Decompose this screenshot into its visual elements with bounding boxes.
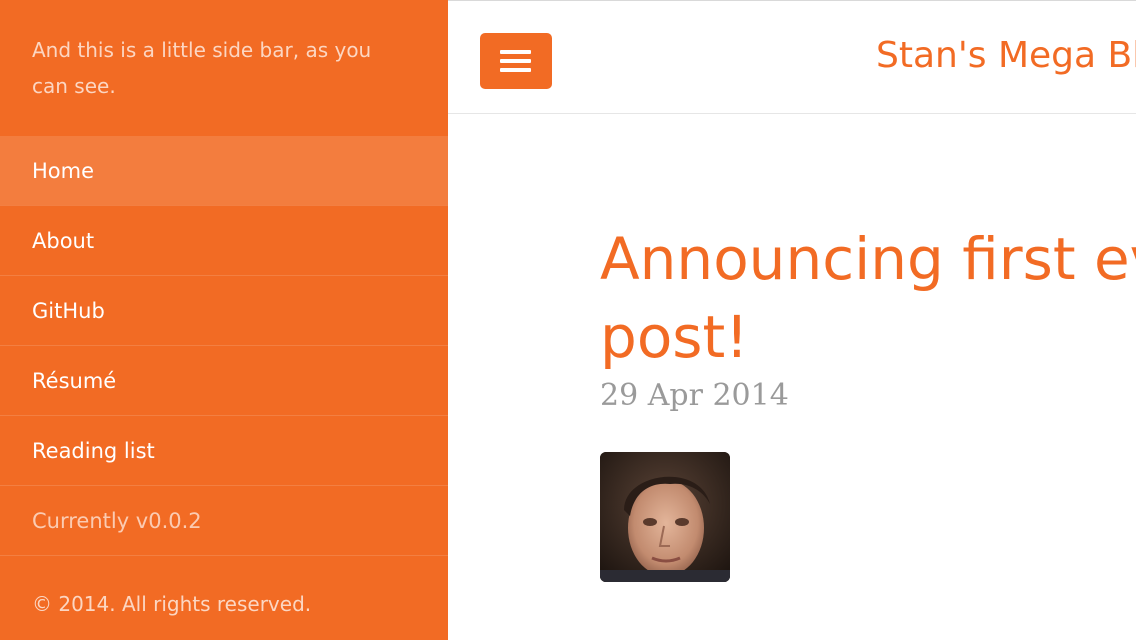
version-text: Currently v0.0.2 bbox=[32, 508, 202, 533]
sidebar-version: Currently v0.0.2 bbox=[0, 485, 448, 556]
sidebar: And this is a little side bar, as you ca… bbox=[0, 0, 448, 640]
author-photo-image bbox=[600, 452, 730, 582]
sidebar-item-label: Résumé bbox=[32, 368, 117, 393]
sidebar-item-label: GitHub bbox=[32, 298, 105, 323]
post-title-line-2: post! bbox=[600, 303, 749, 371]
sidebar-item-resume[interactable]: Résumé bbox=[0, 345, 448, 415]
author-photo bbox=[600, 452, 730, 582]
post-title-line-1: Announcing first ever bbox=[600, 225, 1136, 293]
sidebar-item-about[interactable]: About bbox=[0, 205, 448, 275]
top-bar: Stan's Mega Blog bbox=[448, 0, 1136, 114]
sidebar-item-label: About bbox=[32, 228, 95, 253]
post-title[interactable]: Announcing first ever post! bbox=[600, 220, 1136, 376]
sidebar-footer: © 2014. All rights reserved. bbox=[32, 592, 312, 616]
sidebar-intro: And this is a little side bar, as you ca… bbox=[32, 38, 372, 98]
sidebar-item-home[interactable]: Home bbox=[0, 136, 448, 205]
sidebar-item-reading-list[interactable]: Reading list bbox=[0, 415, 448, 485]
sidebar-toggle-button[interactable] bbox=[480, 33, 552, 89]
site-title[interactable]: Stan's Mega Blog bbox=[876, 35, 1136, 76]
sidebar-item-label: Home bbox=[32, 158, 95, 183]
sidebar-nav: Home About GitHub Résumé Reading list Cu… bbox=[0, 136, 448, 556]
main-content: Stan's Mega Blog Announcing first ever p… bbox=[448, 0, 1136, 640]
sidebar-item-github[interactable]: GitHub bbox=[0, 275, 448, 345]
sidebar-item-label: Reading list bbox=[32, 438, 155, 463]
post-date: 29 Apr 2014 bbox=[600, 378, 789, 413]
